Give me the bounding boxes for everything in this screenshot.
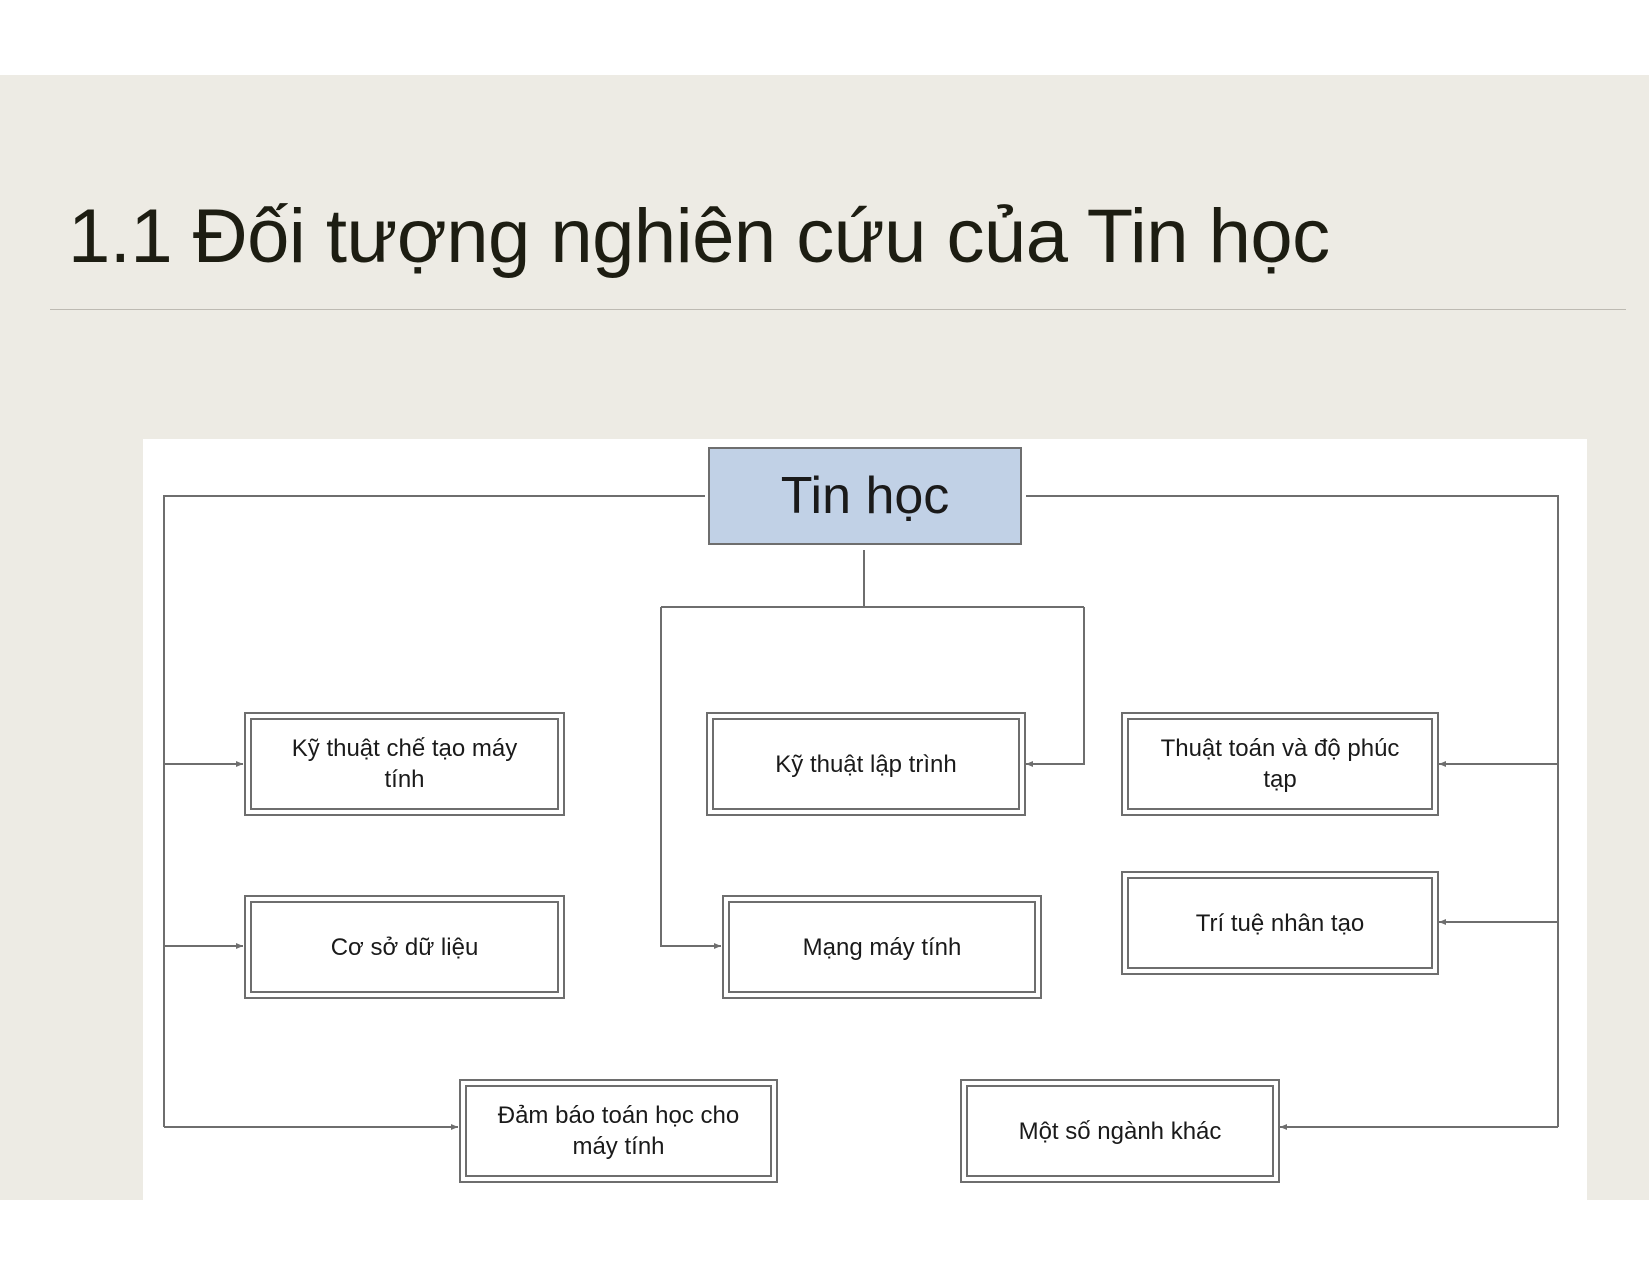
slide: 1.1 Đối tượng nghiên cứu của Tin học Tin… [0,75,1649,1207]
node-label: Một số ngành khác [1018,1117,1222,1145]
root-node-tin-hoc: Tin học [708,447,1022,545]
node-thuat-toan: Thuật toán và độ phúc tạp [1121,712,1439,816]
node-label: Kỹ thuật chế tạo máy tính [291,735,518,793]
node-label: Kỹ thuật lập trình [775,750,957,778]
node-ky-thuat-che-tao: Kỹ thuật chế tạo máy tính [244,712,565,816]
root-node-label: Tin học [780,467,950,525]
connector-to-ky-thuat-lap-trinh [1026,607,1085,767]
node-label: Đảm báo toán học cho máy tính [497,1102,740,1160]
slide-title: 1.1 Đối tượng nghiên cứu của Tin học [68,194,1330,279]
diagram-canvas: Tin học Kỹ thuật chế tạo máy tính Cơ sở … [143,439,1587,1207]
node-co-so-du-lieu: Cơ sở dữ liệu [244,895,565,999]
node-label: Cơ sở dữ liệu [330,933,479,961]
node-tri-tue-nhan-tao: Trí tuệ nhân tạo [1121,871,1439,975]
node-label: Mạng máy tính [802,933,962,961]
node-mot-so-nganh-khac: Một số ngành khác [960,1079,1280,1183]
node-mang-may-tinh: Mạng máy tính [722,895,1042,999]
title-divider [50,309,1626,310]
node-label: Trí tuệ nhân tạo [1195,909,1365,937]
node-label: Thuật toán và độ phúc tạp [1160,735,1400,793]
connector-layer [163,495,1559,1130]
node-dam-bao-toan-hoc: Đảm báo toán học cho máy tính [459,1079,778,1183]
node-ky-thuat-lap-trinh: Kỹ thuật lập trình [706,712,1026,816]
